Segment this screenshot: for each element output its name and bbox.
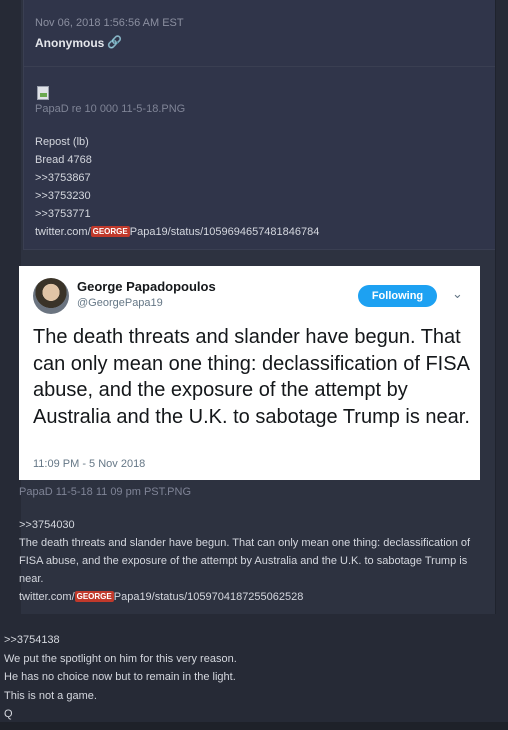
tweet-time: 11:09 PM - 5 Nov 2018: [33, 458, 146, 470]
tweet-text: The death threats and slander have begun…: [33, 326, 470, 428]
post-ref-link[interactable]: >>3754138: [4, 631, 237, 650]
link-prefix: twitter.com/: [35, 226, 91, 238]
post-ref-link[interactable]: >>3753771: [35, 205, 319, 223]
post-quote-text: The death threats and slander have begun…: [19, 537, 471, 585]
broken-image-icon[interactable]: [37, 86, 49, 100]
link-prefix: twitter.com/: [19, 591, 75, 603]
post-divider: [23, 66, 495, 67]
reply-line: We put the spotlight on him for this ver…: [4, 652, 237, 665]
reply-body: >>3754138 We put the spotlight on him fo…: [4, 631, 237, 724]
post-ref-link[interactable]: >>3753867: [35, 169, 319, 187]
name-tag: GEORGE: [90, 226, 130, 237]
post-body: Repost (lb) Bread 4768 >>3753867 >>37532…: [35, 133, 319, 241]
post-ref-link[interactable]: >>3754030: [19, 516, 481, 534]
twitter-link[interactable]: twitter.com/GEORGE Papa19/status/10596946…: [35, 223, 319, 241]
following-button[interactable]: Following: [358, 285, 437, 307]
post-timestamp: Nov 06, 2018 1:56:56 AM EST: [35, 17, 184, 29]
reply-line: This is not a game.: [4, 689, 97, 702]
name-tag: GEORGE: [74, 591, 114, 602]
permalink-icon[interactable]: 🔗: [107, 35, 122, 49]
post2-body: >>3754030 The death threats and slander …: [19, 516, 481, 606]
twitter-link[interactable]: twitter.com/GEORGE Papa19/status/10597041…: [19, 588, 481, 606]
reply-line: He has no choice now but to remain in th…: [4, 671, 236, 683]
post-author: Anonymous: [35, 36, 105, 50]
image-filename[interactable]: PapaD re 10 000 11-5-18.PNG: [35, 103, 185, 115]
link-suffix: Papa19/status/1059694657481846784: [129, 226, 320, 238]
post-ref-link[interactable]: >>3753230: [35, 187, 319, 205]
tweet-screenshot[interactable]: George Papadopoulos @GeorgePapa19 Follow…: [19, 266, 480, 480]
chevron-down-icon[interactable]: ⌄: [452, 286, 463, 302]
bottom-strip: [0, 722, 508, 730]
tweet-author-handle: @GeorgePapa19: [77, 297, 163, 309]
avatar: [33, 278, 69, 314]
reply-signature: Q: [4, 708, 13, 720]
tweet-author-name: George Papadopoulos: [77, 279, 216, 294]
image-filename[interactable]: PapaD 11-5-18 11 09 pm PST.PNG: [19, 486, 191, 498]
link-suffix: Papa19/status/1059704187255062528: [113, 591, 304, 603]
post-line: Bread 4768: [35, 154, 92, 166]
post-line: Repost (lb): [35, 136, 89, 148]
